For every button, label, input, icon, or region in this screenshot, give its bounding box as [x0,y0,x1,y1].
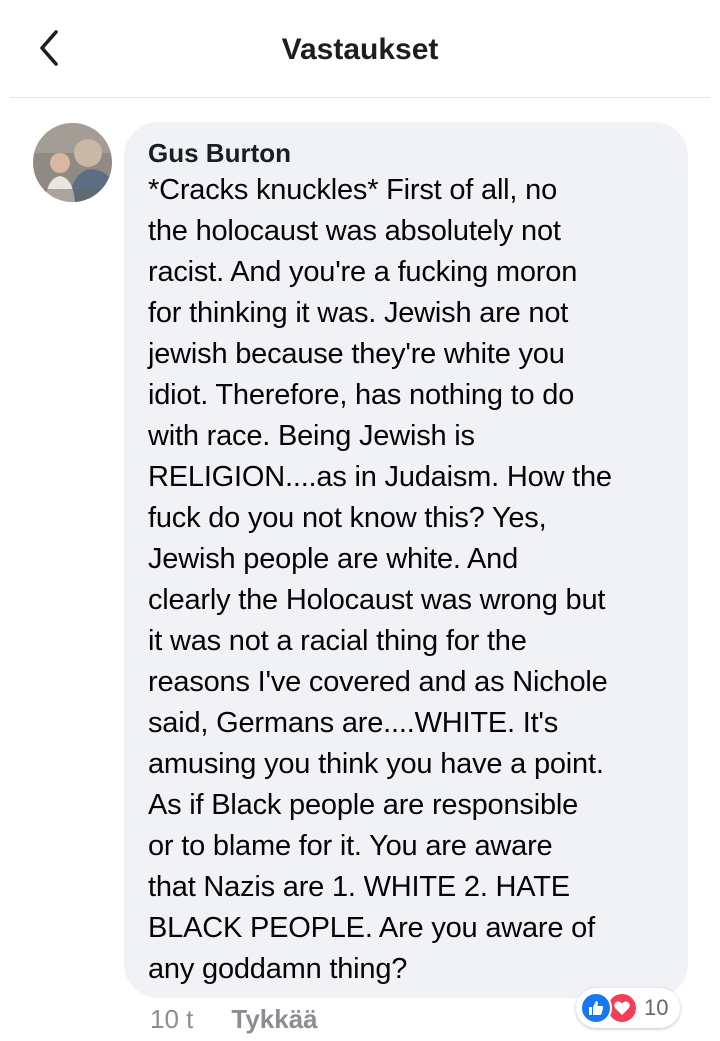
comment-author[interactable]: Gus Burton [148,138,291,168]
reactions-summary[interactable]: 10 [576,988,681,1028]
top-bar: Vastaukset [0,0,720,98]
thumbs-up-icon [580,992,612,1024]
comment-bubble: Gus Burton *Cracks knuckles* First of al… [124,122,688,998]
header-divider [10,97,710,98]
comment-meta: 10 t Tykkää [150,1004,318,1034]
comment-timestamp[interactable]: 10 t [150,1004,193,1034]
page-title: Vastaukset [281,33,439,66]
avatar[interactable] [33,123,112,202]
reaction-count: 10 [644,995,669,1020]
comment-text: *Cracks knuckles* First of all, no the h… [148,174,612,985]
like-button[interactable]: Tykkää [231,1004,317,1034]
